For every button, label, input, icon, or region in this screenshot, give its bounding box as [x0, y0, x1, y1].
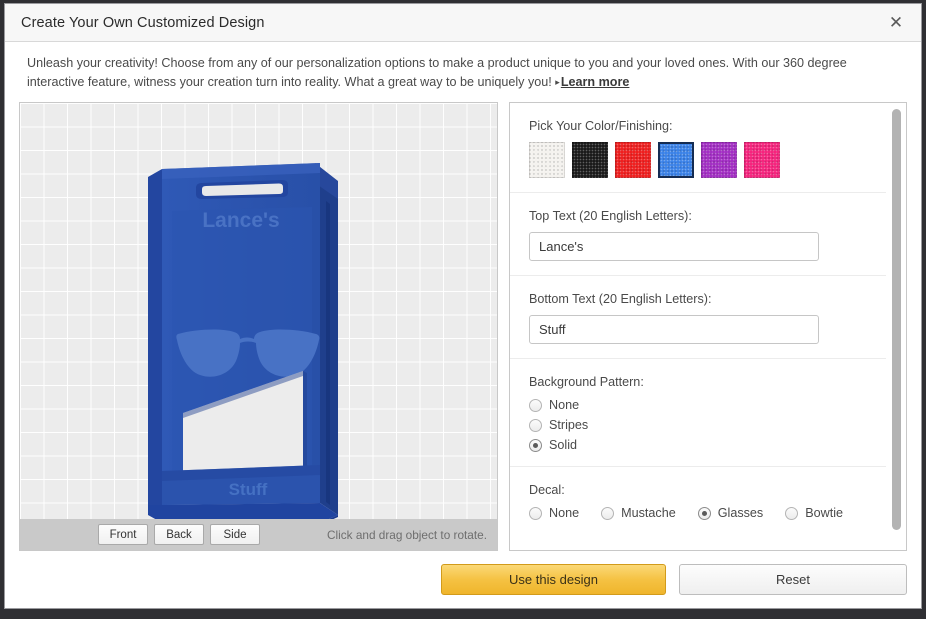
top-text-label: Top Text (20 English Letters): — [529, 209, 692, 223]
decal-option-label: None — [549, 506, 580, 520]
rotate-hint-text: Click and drag object to rotate. — [326, 527, 487, 542]
radio-icon — [529, 418, 542, 432]
dialog-title: Create Your Own Customized Design — [21, 14, 265, 31]
close-icon[interactable]: ✕ — [881, 10, 911, 36]
chevron-right-icon: ▸ — [555, 77, 560, 87]
background-pattern-option-label: Stripes — [549, 418, 589, 432]
learn-more-link[interactable]: Learn more — [561, 75, 630, 89]
customizer-dialog: Create Your Own Customized Design ✕ Unle… — [4, 3, 922, 609]
viewer-panel: Lance's Stuff Front Back Side Click and … — [19, 102, 498, 551]
background-pattern-option-label: Solid — [549, 438, 578, 452]
section-decal: Decal: None Mustache Glasses Bowtie — [510, 467, 886, 534]
color-swatch-red[interactable] — [615, 142, 651, 178]
top-text-input[interactable] — [529, 232, 819, 261]
background-pattern-option-stripes[interactable]: Stripes — [529, 418, 886, 432]
color-swatch-pink[interactable] — [744, 142, 780, 178]
options-panel: Pick Your Color/Finishing: Top Text (20 … — [509, 102, 907, 551]
background-pattern-option-solid[interactable]: Solid — [529, 438, 886, 452]
section-top-text: Top Text (20 English Letters): — [510, 193, 886, 276]
color-swatch-black[interactable] — [572, 142, 608, 178]
bottom-text-label: Bottom Text (20 English Letters): — [529, 292, 712, 306]
decal-option-mustache[interactable]: Mustache — [601, 506, 676, 520]
badge-holder-model[interactable]: Lance's Stuff — [20, 103, 497, 519]
use-this-design-button[interactable]: Use this design — [441, 564, 666, 595]
viewer-toolbar: Front Back Side Click and drag object to… — [20, 519, 497, 550]
color-section-label: Pick Your Color/Finishing: — [529, 119, 673, 133]
color-swatch-purple[interactable] — [701, 142, 737, 178]
intro-text: Unleash your creativity! Choose from any… — [5, 42, 921, 102]
view-side-button[interactable]: Side — [210, 524, 260, 545]
decal-option-bowtie[interactable]: Bowtie — [785, 506, 843, 520]
options-scroll-area: Pick Your Color/Finishing: Top Text (20 … — [510, 103, 906, 550]
view-back-button[interactable]: Back — [154, 524, 204, 545]
radio-icon — [697, 506, 711, 520]
section-background-pattern: Background Pattern: None Stripes Solid — [510, 359, 886, 467]
section-color: Pick Your Color/Finishing: — [510, 103, 886, 193]
radio-icon — [529, 506, 542, 520]
reset-button[interactable]: Reset — [679, 564, 907, 595]
radio-icon — [529, 438, 542, 452]
model-bottom-text-engraving: Stuff — [229, 480, 268, 499]
decal-option-label: Glasses — [717, 506, 764, 520]
background-pattern-label: Background Pattern: — [529, 375, 644, 389]
decal-option-none[interactable]: None — [529, 506, 579, 520]
bottom-text-input[interactable] — [529, 315, 819, 344]
decal-label: Decal: — [529, 483, 565, 497]
color-swatch-white[interactable] — [529, 142, 565, 178]
model-viewport[interactable]: Lance's Stuff — [20, 103, 497, 519]
background-pattern-option-none[interactable]: None — [529, 398, 886, 412]
background-pattern-group: None Stripes Solid — [529, 398, 886, 452]
radio-icon — [785, 506, 799, 520]
intro-paragraph: Unleash your creativity! Choose from any… — [27, 56, 847, 89]
color-swatch-group — [529, 141, 886, 179]
scrollbar-thumb[interactable] — [892, 109, 901, 531]
dialog-footer: Use this design Reset — [5, 551, 921, 608]
section-bottom-text: Bottom Text (20 English Letters): — [510, 276, 886, 359]
decal-option-glasses[interactable]: Glasses — [697, 506, 764, 520]
color-swatch-blue[interactable] — [657, 141, 695, 179]
radio-icon — [529, 398, 542, 412]
dialog-titlebar: Create Your Own Customized Design ✕ — [5, 4, 921, 42]
view-front-button[interactable]: Front — [98, 524, 148, 545]
decal-option-label: Mustache — [621, 506, 676, 520]
decal-group: None Mustache Glasses Bowtie — [529, 506, 886, 520]
dialog-body: Lance's Stuff Front Back Side Click and … — [5, 102, 921, 551]
decal-option-label: Bowtie — [805, 506, 844, 520]
radio-icon — [601, 506, 615, 520]
options-scrollbar[interactable] — [891, 107, 902, 546]
background-pattern-option-label: None — [549, 398, 580, 412]
model-top-text-engraving: Lance's — [202, 209, 279, 232]
